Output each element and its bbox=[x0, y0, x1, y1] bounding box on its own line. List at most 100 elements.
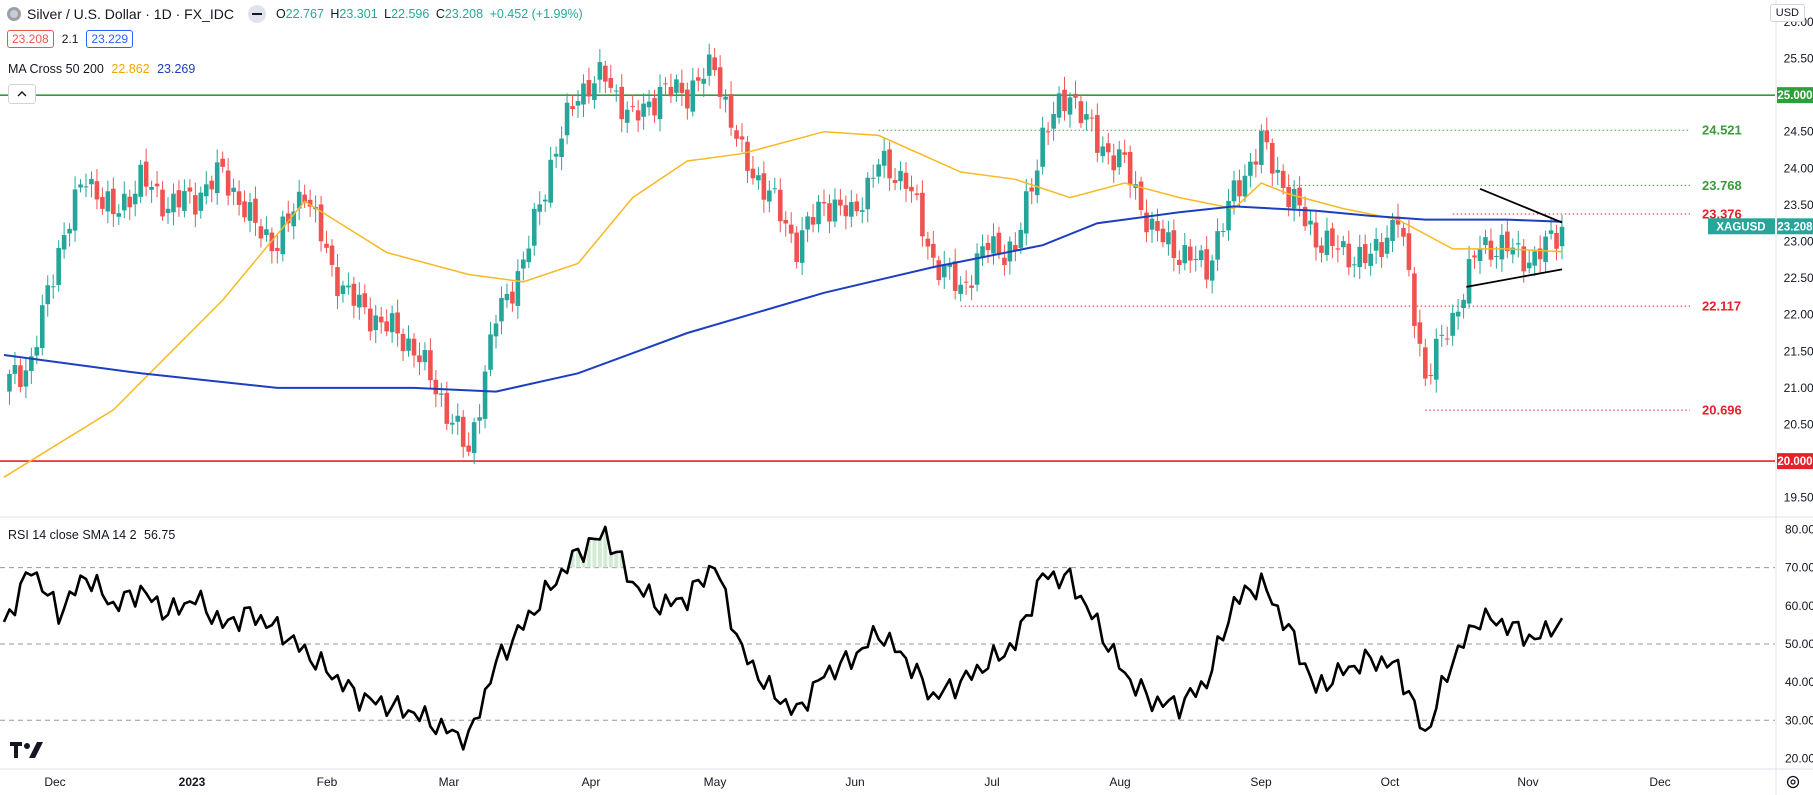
candle-body bbox=[931, 243, 936, 258]
main-chart-svg[interactable]: 24.52123.76823.37622.11720.696 26.00025.… bbox=[0, 0, 1813, 795]
candle-body bbox=[362, 293, 368, 308]
candle-body bbox=[225, 170, 231, 196]
candle-body bbox=[1472, 255, 1477, 258]
candle-body bbox=[428, 350, 433, 381]
candle-body bbox=[78, 184, 83, 188]
tradingview-logo-shape bbox=[10, 742, 43, 758]
candle-body bbox=[772, 188, 778, 190]
currency-button[interactable]: USD bbox=[1769, 4, 1805, 22]
candle-body bbox=[652, 98, 657, 116]
candle-body bbox=[1450, 312, 1455, 336]
chart-root: 24.52123.76823.37622.11720.696 26.00025.… bbox=[0, 0, 1813, 795]
gear-icon[interactable] bbox=[1785, 774, 1801, 795]
candle-body bbox=[395, 312, 400, 334]
candle-body bbox=[34, 347, 40, 356]
candle-body bbox=[641, 103, 646, 117]
candle-body bbox=[914, 193, 920, 196]
candle-body bbox=[816, 201, 821, 225]
ask-button[interactable]: 23.229 bbox=[86, 30, 134, 48]
candle-body bbox=[832, 199, 838, 222]
rsi-tick-label: 80.00 bbox=[1785, 522, 1813, 536]
candle-body bbox=[231, 187, 236, 192]
candle-body bbox=[1193, 258, 1199, 260]
candle-body bbox=[909, 186, 914, 192]
candle-body bbox=[1477, 248, 1483, 262]
candle-body bbox=[597, 62, 603, 80]
candle-body bbox=[876, 164, 881, 177]
time-tick-label: Dec bbox=[1649, 775, 1670, 789]
candle-body bbox=[460, 416, 466, 447]
hide-legend-icon[interactable] bbox=[247, 5, 266, 23]
candle-body bbox=[854, 201, 860, 212]
bid-button[interactable]: 23.208 bbox=[7, 30, 54, 48]
time-tick-label: Jul bbox=[984, 775, 999, 789]
candle-body bbox=[1412, 273, 1417, 326]
candle-body bbox=[378, 316, 384, 323]
candle-body bbox=[1423, 347, 1428, 379]
rsi-tick-label: 20.00 bbox=[1785, 751, 1813, 765]
time-tick-label: May bbox=[704, 775, 727, 789]
candle-body bbox=[406, 338, 411, 351]
candle-body bbox=[1379, 242, 1384, 257]
candle-body bbox=[996, 232, 1002, 255]
close-value: 23.208 bbox=[444, 7, 484, 21]
price-tick-label: 19.500 bbox=[1784, 491, 1813, 505]
candle-body bbox=[1515, 243, 1521, 245]
symbol-title[interactable]: Silver / U.S. Dollar · 1D · FX_IDC bbox=[27, 6, 234, 22]
candle-body bbox=[444, 392, 450, 424]
price-tick-label: 22.000 bbox=[1784, 308, 1813, 322]
high-value: 23.301 bbox=[339, 7, 378, 21]
candle-body bbox=[1362, 244, 1368, 264]
candle-body bbox=[1078, 101, 1084, 124]
last-price-badge-label: 23.208 bbox=[1777, 221, 1813, 233]
ma200-value: 23.269 bbox=[157, 62, 196, 76]
candle-body bbox=[1483, 237, 1488, 246]
candle-body bbox=[50, 286, 56, 288]
triangle-lower-line bbox=[1466, 268, 1563, 288]
rsi-pane bbox=[0, 525, 1775, 751]
candle-body bbox=[264, 229, 269, 236]
candle-body bbox=[105, 191, 111, 212]
candle-body bbox=[56, 248, 61, 285]
candle-body bbox=[1401, 228, 1406, 237]
candle-body bbox=[1373, 238, 1379, 251]
candle-body bbox=[160, 189, 165, 217]
candle-body bbox=[384, 321, 389, 332]
bid-ask-row: 23.208 2.1 23.229 bbox=[7, 30, 134, 48]
candle-body bbox=[116, 213, 122, 217]
candle-body bbox=[1335, 248, 1341, 250]
candle-body bbox=[1215, 231, 1220, 260]
candle-body bbox=[1204, 249, 1209, 280]
candle-body bbox=[706, 54, 712, 76]
candle-body bbox=[1062, 89, 1067, 112]
candle-body bbox=[920, 192, 925, 237]
candle-body bbox=[351, 283, 357, 306]
candle-body bbox=[1040, 127, 1045, 167]
candle-body bbox=[750, 168, 756, 179]
time-tick-label: Nov bbox=[1517, 775, 1538, 789]
candle-body bbox=[1051, 113, 1056, 129]
candle-body bbox=[1029, 187, 1035, 192]
dotted-level-label: 23.768 bbox=[1702, 178, 1742, 193]
candle-body bbox=[482, 371, 488, 419]
candle-body bbox=[991, 236, 996, 254]
rsi-label[interactable]: RSI 14 close SMA 14 2 bbox=[8, 528, 137, 542]
candle-body bbox=[1237, 180, 1242, 197]
low-value: 22.596 bbox=[391, 7, 430, 21]
level-price-badge-label: 25.000 bbox=[1777, 90, 1812, 102]
candle-body bbox=[723, 96, 728, 100]
ma-label[interactable]: MA Cross 50 200 bbox=[8, 62, 104, 76]
candle-body bbox=[220, 158, 225, 167]
candle-body bbox=[810, 217, 816, 225]
candle-body bbox=[870, 177, 876, 179]
candle-body bbox=[761, 173, 767, 200]
candle-body bbox=[203, 184, 209, 197]
tradingview-logo-icon[interactable] bbox=[10, 740, 46, 765]
ma50-value: 22.862 bbox=[111, 62, 150, 76]
time-tick-label: Sep bbox=[1250, 775, 1272, 789]
candle-body bbox=[45, 285, 51, 305]
candle-body bbox=[690, 80, 696, 112]
candle-body bbox=[346, 285, 351, 288]
collapse-legend-button[interactable] bbox=[8, 84, 36, 104]
candle-body bbox=[635, 110, 641, 121]
